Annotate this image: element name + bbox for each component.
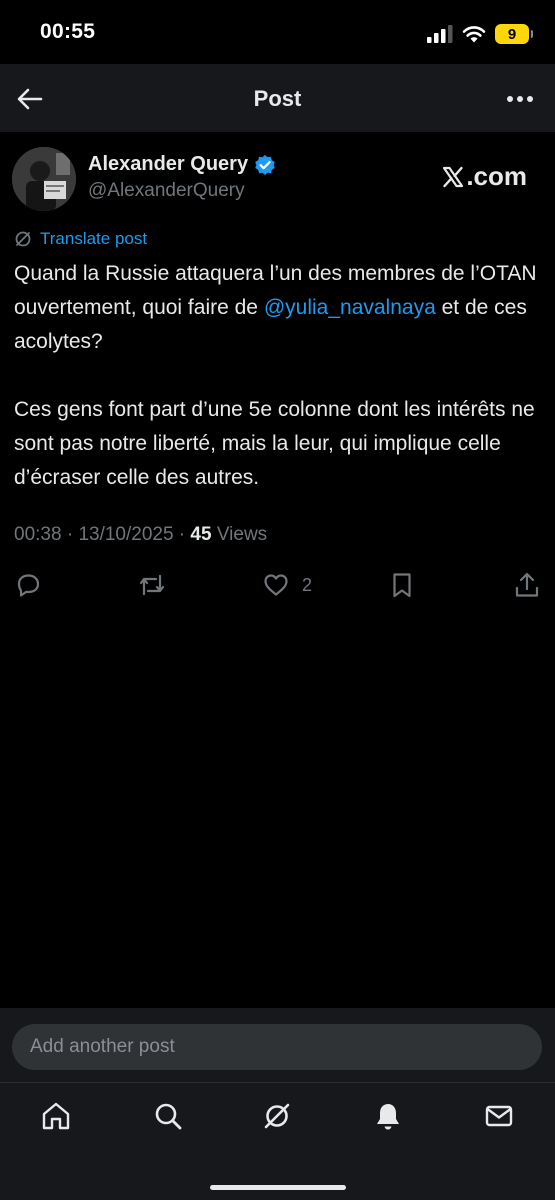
status-icons: 9	[427, 22, 533, 46]
repost-icon	[139, 574, 165, 596]
translate-post-link[interactable]: Translate post	[14, 229, 147, 249]
bookmark-button[interactable]	[388, 570, 416, 600]
post-text: Quand la Russie attaquera l’un des membr…	[14, 257, 539, 495]
avatar[interactable]	[12, 147, 76, 211]
cellular-signal-icon	[427, 25, 453, 43]
post-date: 13/10/2025	[78, 524, 174, 545]
post-paragraph-2: Ces gens font part d’une 5e colonne dont…	[14, 398, 535, 489]
post-meta: 00:38 · 13/10/2025 · 45 Views	[14, 524, 268, 545]
share-button[interactable]	[513, 570, 541, 600]
author-handle[interactable]: @AlexanderQuery	[88, 180, 245, 202]
grok-icon[interactable]	[261, 1100, 293, 1132]
tabbar-divider	[0, 1082, 555, 1083]
x-logo-icon	[443, 166, 464, 187]
watermark-text: .com	[466, 161, 527, 191]
add-post-placeholder: Add another post	[30, 1036, 175, 1057]
post-paragraph-1: Quand la Russie attaquera l’un des membr…	[14, 257, 539, 359]
translate-icon	[15, 231, 31, 247]
reply-button[interactable]	[14, 570, 42, 600]
heart-icon	[264, 574, 288, 596]
status-time: 00:55	[40, 20, 96, 43]
avatar-image	[12, 147, 76, 211]
home-indicator[interactable]	[210, 1185, 346, 1190]
page-title: Post	[253, 86, 302, 111]
mention-link[interactable]: @yulia_navalnaya	[264, 296, 436, 319]
views-count[interactable]: 45	[190, 524, 211, 545]
bookmark-icon	[393, 573, 411, 598]
battery-level: 9	[507, 25, 517, 43]
like-count: 2	[302, 574, 313, 595]
notifications-icon[interactable]	[372, 1100, 404, 1132]
reply-icon	[17, 574, 40, 597]
translate-post-label[interactable]: Translate post	[40, 229, 147, 249]
more-options-icon[interactable]	[507, 93, 535, 105]
messages-icon[interactable]	[483, 1100, 515, 1132]
share-icon	[515, 572, 539, 597]
home-icon[interactable]	[40, 1100, 72, 1132]
search-icon[interactable]	[152, 1100, 184, 1132]
x-com-watermark: .com	[442, 161, 527, 192]
author-name-row[interactable]: Alexander Query	[88, 153, 276, 176]
repost-button[interactable]	[137, 570, 167, 600]
add-post-input[interactable]: Add another post	[12, 1024, 542, 1070]
verified-badge-icon	[255, 154, 275, 175]
post-time: 00:38	[14, 524, 62, 545]
views-label: Views	[211, 524, 268, 545]
like-button[interactable]: 2	[262, 570, 312, 600]
wifi-icon	[462, 26, 486, 43]
author-display-name[interactable]: Alexander Query	[88, 153, 248, 176]
battery-indicator: 9	[495, 24, 533, 44]
